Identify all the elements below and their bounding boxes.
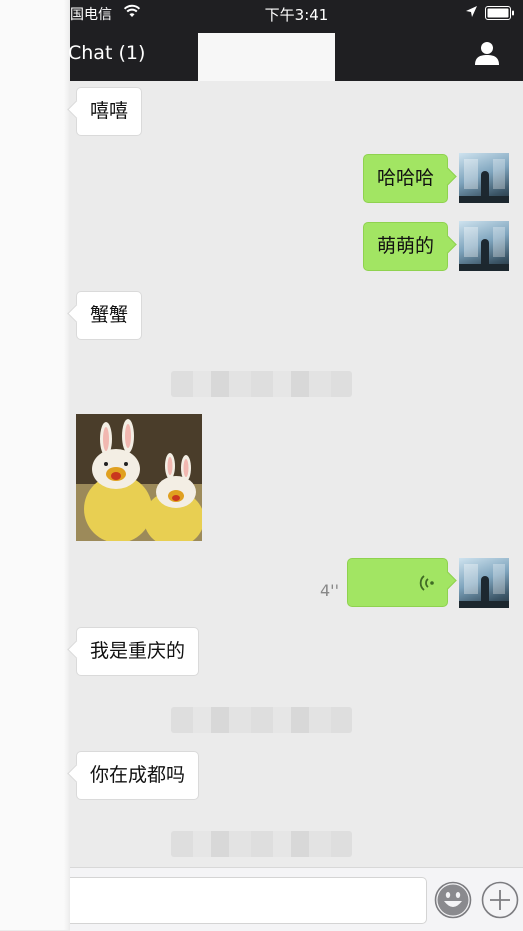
received-message[interactable]: 你在成都吗 xyxy=(76,751,200,800)
status-time: 下午3:41 xyxy=(264,6,329,24)
message-input[interactable] xyxy=(70,877,427,924)
plus-circle-icon[interactable] xyxy=(481,881,519,919)
user-profile-icon[interactable] xyxy=(474,40,500,66)
avatar[interactable] xyxy=(459,221,509,271)
input-bar xyxy=(70,867,523,931)
top-bar: 国电信 下午3:41 Chat (1) xyxy=(68,0,523,81)
bunny-sticker-image[interactable] xyxy=(76,414,202,541)
redacted-name-area xyxy=(198,33,335,81)
sent-message[interactable]: 哈哈哈 xyxy=(362,154,448,203)
previous-screen-edge xyxy=(0,0,70,930)
blurred-system-notice xyxy=(171,371,352,397)
avatar[interactable] xyxy=(459,558,509,608)
location-arrow-icon xyxy=(466,6,477,17)
chat-message-list[interactable]: 嘻嘻 哈哈哈 萌萌的 蟹蟹 4'' 我是重庆的 你在成都吗 xyxy=(70,81,523,867)
blurred-system-notice xyxy=(171,707,352,733)
smiley-icon[interactable] xyxy=(434,881,472,919)
status-bar: 国电信 下午3:41 xyxy=(70,0,523,26)
chat-title[interactable]: Chat (1) xyxy=(68,42,145,64)
voice-message[interactable] xyxy=(347,558,448,607)
avatar[interactable] xyxy=(459,153,509,203)
battery-icon xyxy=(485,6,514,20)
voice-wave-icon xyxy=(419,575,434,591)
voice-duration: 4'' xyxy=(320,581,339,600)
received-message[interactable]: 蟹蟹 xyxy=(76,291,143,340)
received-message[interactable]: 嘻嘻 xyxy=(76,87,143,136)
blurred-system-notice xyxy=(171,831,352,857)
received-message[interactable]: 我是重庆的 xyxy=(76,627,200,676)
sent-message[interactable]: 萌萌的 xyxy=(362,222,448,271)
